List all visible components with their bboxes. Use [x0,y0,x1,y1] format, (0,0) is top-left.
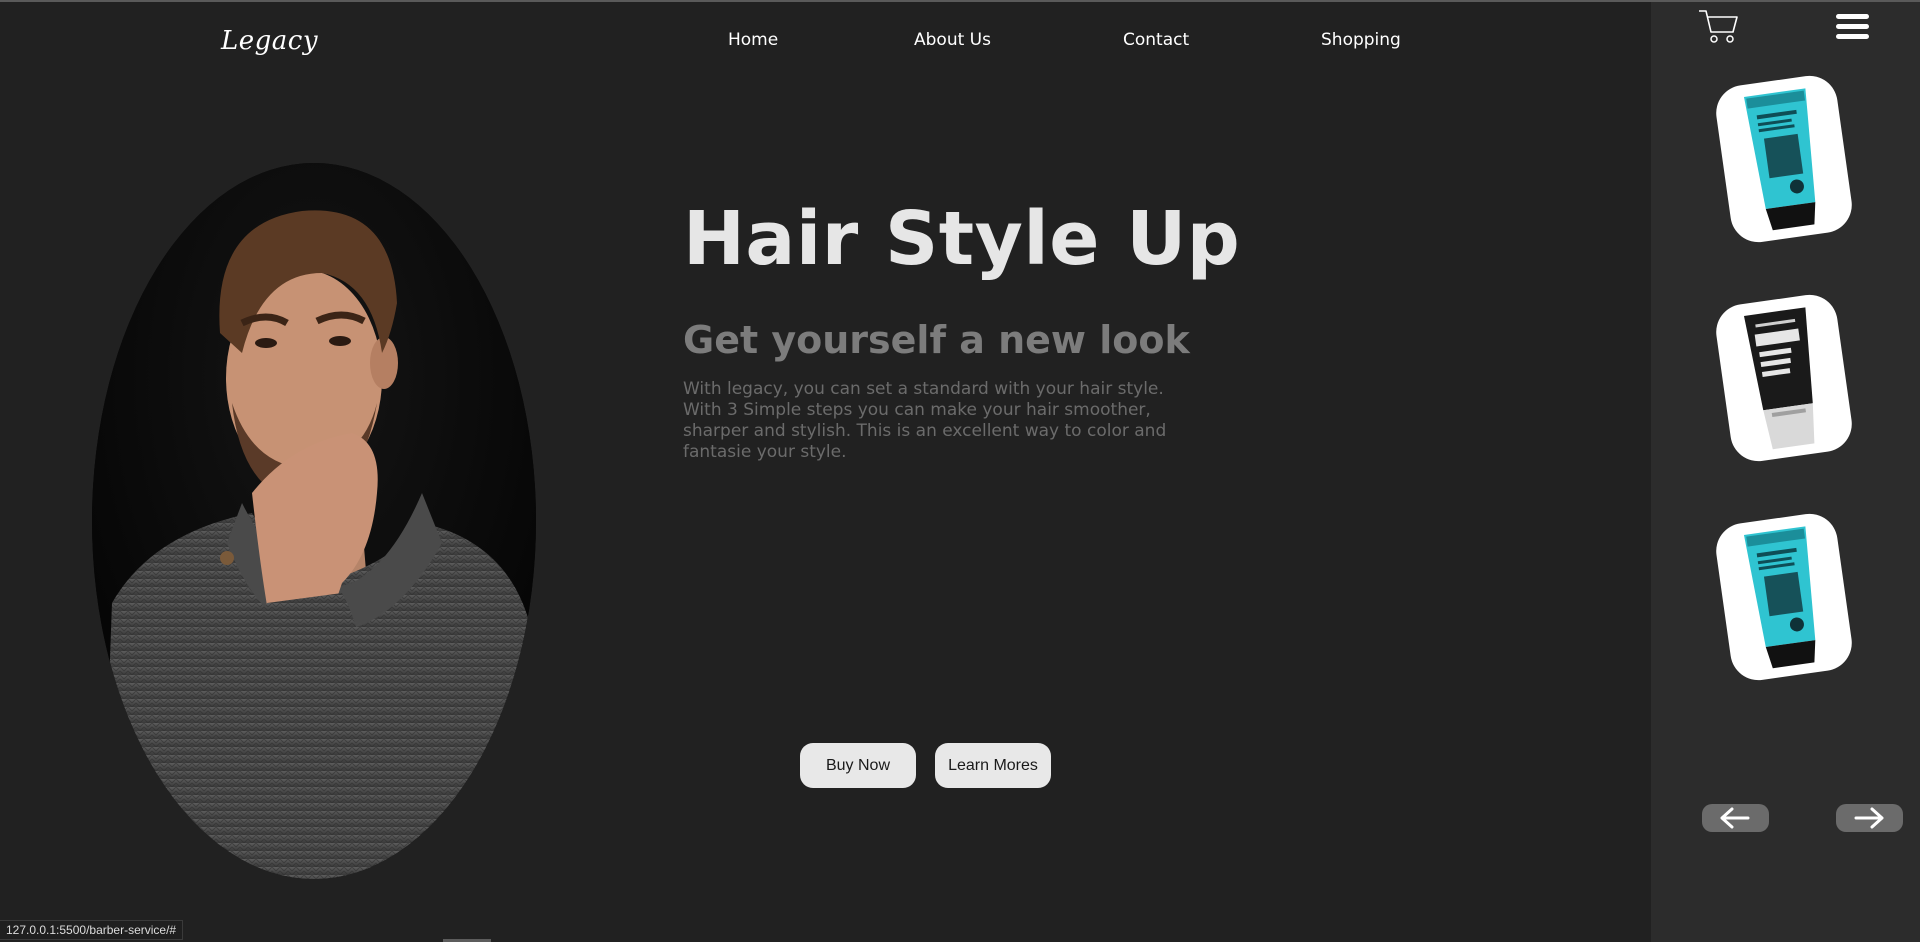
buy-now-button[interactable]: Buy Now [800,743,916,788]
product-card-men-1[interactable] [1712,291,1856,465]
shopping-cart-icon[interactable] [1697,8,1739,44]
hero-subtitle: Get yourself a new look [683,318,1190,362]
arrow-left-icon[interactable] [1702,804,1769,832]
top-border [0,0,1920,2]
product-card-gel-2[interactable] [1712,510,1856,684]
hero-description: With legacy, you can set a standard with… [683,379,1167,462]
hero-title: Hair Style Up [683,196,1241,282]
hamburger-menu-icon[interactable] [1836,14,1869,40]
nav-about-link[interactable]: About Us [914,30,991,50]
man-portrait-image [92,163,536,879]
nav-shopping-link[interactable]: Shopping [1321,30,1401,50]
hair-styling-gel-tube-icon [1743,526,1816,669]
product-card-gel-1[interactable] [1712,72,1856,246]
brand-logo[interactable]: Legacy [221,26,318,56]
arrow-right-icon[interactable] [1836,804,1903,832]
product-sidebar [1651,2,1920,942]
nav-home-link[interactable]: Home [728,30,778,50]
hair-styling-gel-tube-icon [1743,88,1816,231]
men-power-hold-tube-icon [1743,307,1815,450]
nav-contact-link[interactable]: Contact [1123,30,1189,50]
learn-more-button[interactable]: Learn Mores [935,743,1051,788]
status-bar-url: 127.0.0.1:5500/barber-service/# [0,920,184,940]
